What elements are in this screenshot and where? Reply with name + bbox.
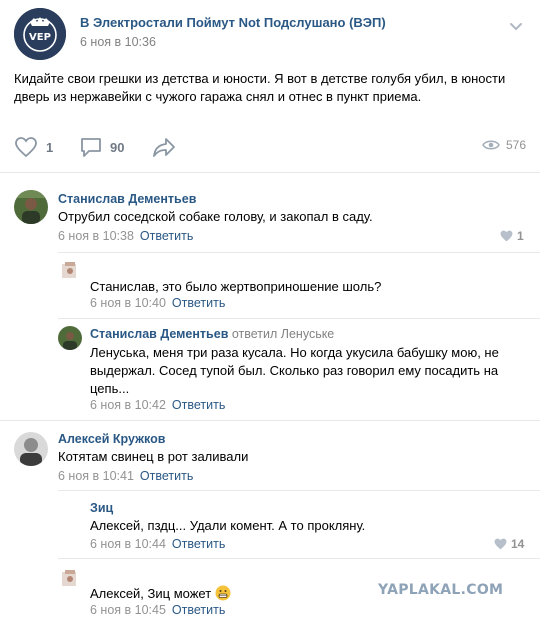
comment-author[interactable]: Зиц — [90, 501, 113, 515]
like-count: 1 — [517, 229, 524, 243]
avatar[interactable] — [14, 432, 48, 466]
comment-date[interactable]: 6 ноя в 10:40 — [90, 296, 166, 310]
avatar[interactable] — [14, 190, 48, 224]
reply-button[interactable]: Ответить — [172, 603, 225, 617]
comment-like-button[interactable]: 14 — [494, 537, 524, 551]
share-button[interactable] — [152, 136, 176, 158]
reply-avatar[interactable] — [58, 258, 82, 282]
replied-to[interactable]: ответил Ленуське — [232, 327, 334, 341]
share-icon — [153, 138, 175, 157]
comment-meta: 6 ноя в 10:40 Ответить — [90, 296, 225, 310]
comment-like-button[interactable]: 1 — [500, 229, 524, 243]
comment-text: Алексей, Зиц может — [90, 585, 420, 603]
comment-date[interactable]: 6 ноя в 10:44 — [90, 537, 166, 551]
comment-text: Котятам свинец в рот заливали — [58, 449, 249, 464]
group-name[interactable]: В Электростали Поймут Not Подслушано (ВЭ… — [80, 15, 386, 30]
comment — [14, 432, 48, 466]
divider — [58, 318, 540, 319]
grimace-emoji-icon — [215, 585, 231, 601]
comment-meta: 6 ноя в 10:41 Ответить — [58, 469, 193, 483]
comment-count: 90 — [110, 139, 125, 155]
divider — [0, 172, 540, 173]
svg-text:VEP: VEP — [29, 32, 51, 43]
comment-date[interactable]: 6 ноя в 10:41 — [58, 469, 134, 483]
comment-date[interactable]: 6 ноя в 10:38 — [58, 229, 134, 243]
group-logo-icon: VEP — [14, 8, 66, 60]
comment-date[interactable]: 6 ноя в 10:45 — [90, 603, 166, 617]
divider — [0, 420, 540, 421]
comment-button[interactable]: 90 — [80, 136, 124, 158]
comment-date[interactable]: 6 ноя в 10:42 — [90, 398, 166, 412]
comment-text-content: Алексей, Зиц может — [90, 586, 212, 601]
reply-button[interactable]: Ответить — [172, 537, 225, 551]
comment — [14, 190, 48, 224]
divider — [58, 252, 540, 253]
reply-avatar[interactable] — [58, 326, 82, 350]
divider — [58, 490, 540, 491]
comment-meta: 6 ноя в 10:38 Ответить — [58, 229, 193, 243]
comment-text: Ленуська, меня три раза кусала. Но когда… — [90, 345, 499, 396]
like-count: 14 — [511, 537, 525, 551]
views-counter: 576 — [482, 138, 526, 152]
comment-author: Станислав Дементьев ответил Ленуське — [90, 327, 334, 341]
comment-meta: 6 ноя в 10:42 Ответить — [90, 398, 225, 412]
post-text: Кидайте свои грешки из детства и юности.… — [14, 71, 506, 104]
reply-avatar[interactable] — [58, 566, 82, 590]
comment-text: Отрубил соседской собаке голову, и закоп… — [58, 209, 373, 224]
eye-icon — [482, 140, 500, 150]
like-count: 1 — [46, 139, 54, 155]
views-count: 576 — [505, 138, 526, 152]
divider — [58, 558, 540, 559]
reply-button[interactable]: Ответить — [140, 229, 193, 243]
comment-meta: 6 ноя в 10:45 Ответить — [90, 603, 225, 617]
comment-author-name[interactable]: Станислав Дементьев — [90, 327, 228, 341]
comment-author[interactable]: Станислав Дементьев — [58, 192, 196, 206]
reply-button[interactable]: Ответить — [172, 398, 225, 412]
reply-button[interactable]: Ответить — [172, 296, 225, 310]
reply-button[interactable]: Ответить — [140, 469, 193, 483]
comment-meta: 6 ноя в 10:44 Ответить — [90, 537, 225, 551]
comment-icon — [81, 138, 101, 157]
post-actions: 1 90 576 — [14, 132, 526, 160]
heart-icon — [15, 137, 37, 158]
post-date[interactable]: 6 ноя в 10:36 — [80, 35, 156, 49]
comment-text: Алексей, пздц... Удали комент. А то прок… — [90, 518, 366, 533]
heart-icon — [494, 538, 507, 550]
chevron-down-icon[interactable] — [506, 16, 526, 36]
comment-text: Станислав, это было жертвоприношение шол… — [90, 279, 382, 294]
group-avatar[interactable]: VEP — [14, 8, 66, 60]
comment-author[interactable]: Алексей Кружков — [58, 432, 165, 446]
post-header: VEP В Электростали Поймут Not Подслушано… — [14, 8, 526, 60]
watermark: YAPLAKAL.COM — [378, 582, 504, 598]
heart-icon — [500, 230, 513, 242]
like-button[interactable]: 1 — [14, 136, 53, 158]
